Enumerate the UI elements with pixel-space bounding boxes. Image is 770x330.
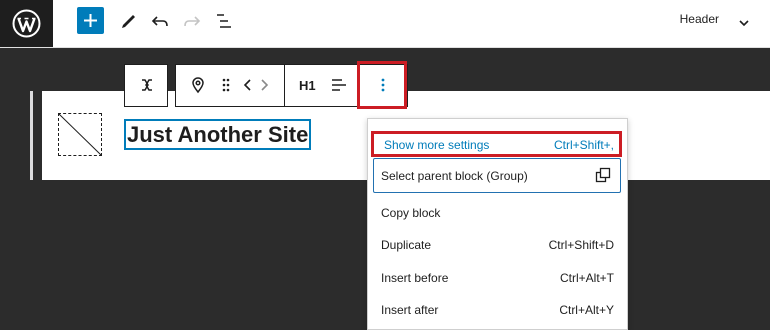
heading-level-button[interactable]: H1: [299, 78, 316, 93]
chevron-down-icon: [739, 20, 749, 27]
menu-item-show-more-settings[interactable]: Show more settings Ctrl+Shift+,: [371, 131, 622, 157]
drag-handle[interactable]: [214, 73, 238, 101]
align-icon: [332, 79, 346, 91]
list-view-button[interactable]: [212, 9, 236, 33]
block-transform-group: [124, 64, 168, 107]
menu-item-insert-before[interactable]: Insert before Ctrl+Alt+T: [368, 263, 627, 295]
add-block-button[interactable]: [77, 7, 104, 34]
highlight-more-options: [357, 61, 407, 109]
undo-icon: [151, 16, 168, 27]
block-options-menu: Show more settings Ctrl+Shift+, Select p…: [367, 118, 628, 330]
document-dropdown[interactable]: [738, 14, 750, 33]
move-left-icon: [243, 79, 251, 91]
redo-button[interactable]: [180, 9, 204, 33]
placeholder-icon: [59, 114, 101, 155]
menu-item-label: Show more settings: [384, 138, 490, 152]
pin-icon: [192, 77, 204, 94]
menu-item-label: Select parent block (Group): [381, 169, 528, 183]
pin-button[interactable]: [186, 73, 210, 101]
group-transform-icon: [142, 79, 152, 91]
menu-item-shortcut: Ctrl+Alt+Y: [559, 303, 614, 317]
menu-item-insert-after[interactable]: Insert after Ctrl+Alt+Y: [368, 295, 627, 327]
list-view-icon: [217, 14, 231, 28]
menu-item-label: Copy block: [381, 206, 441, 220]
top-toolbar: Header: [0, 0, 770, 48]
menu-item-select-parent-block[interactable]: Select parent block (Group): [373, 158, 621, 193]
document-title[interactable]: Header: [680, 12, 719, 26]
plus-icon: [84, 14, 97, 27]
pencil-icon: [122, 15, 135, 28]
menu-item-label: Duplicate: [381, 238, 432, 252]
menu-item-shortcut: Ctrl+Alt+T: [559, 271, 614, 285]
tools-button[interactable]: [117, 9, 141, 33]
menu-item-label: Insert after: [381, 303, 439, 317]
block-movers-group: [175, 64, 285, 107]
menu-item-shortcut: Ctrl+Shift+D: [548, 238, 614, 252]
wordpress-icon: [12, 9, 41, 38]
wordpress-logo[interactable]: [0, 0, 53, 47]
menu-item-duplicate[interactable]: Duplicate Ctrl+Shift+D: [368, 230, 627, 262]
menu-item-shortcut: Ctrl+Shift+,: [553, 138, 614, 152]
select-parent-icon: [595, 167, 611, 186]
transform-button[interactable]: [135, 73, 159, 101]
site-logo-placeholder[interactable]: [58, 113, 102, 156]
menu-item-copy-block[interactable]: Copy block: [368, 198, 627, 230]
menu-item-label: Insert before: [381, 271, 449, 285]
undo-button[interactable]: [148, 9, 172, 33]
move-left-button[interactable]: [240, 73, 256, 101]
move-right-button[interactable]: [256, 73, 272, 101]
align-button[interactable]: [327, 73, 351, 101]
redo-icon: [184, 16, 201, 27]
site-title[interactable]: Just Another Site: [124, 119, 312, 150]
move-right-icon: [261, 79, 269, 91]
heading-controls-group: H1: [284, 64, 359, 107]
drag-handle-icon: [222, 78, 230, 92]
canvas-resize-handle[interactable]: [30, 91, 33, 180]
